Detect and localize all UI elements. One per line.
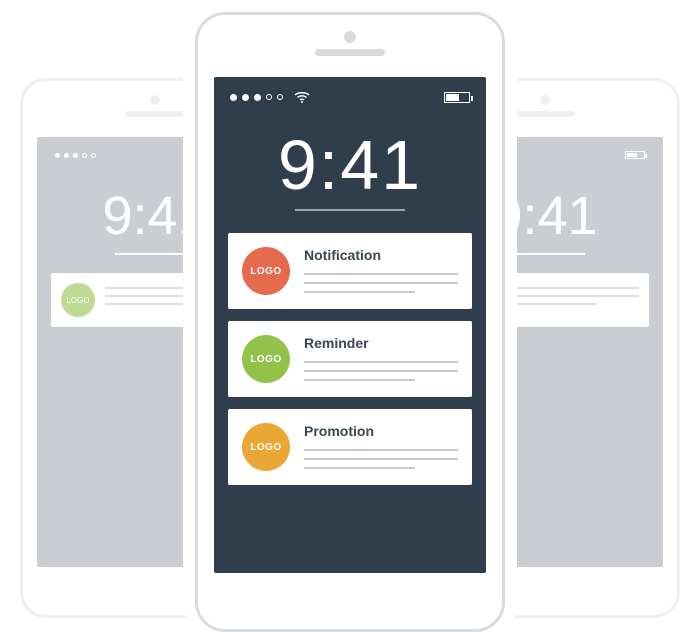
- status-left: [230, 91, 310, 103]
- notification-text-lines: [495, 283, 639, 317]
- notification-text-lines: [304, 273, 458, 293]
- notification-text-lines: [304, 361, 458, 381]
- notification-logo-badge: LOGO: [242, 247, 290, 295]
- signal-dot-icon: [242, 94, 249, 101]
- notification-body: Reminder: [304, 335, 458, 383]
- signal-dot-icon: [230, 94, 237, 101]
- speaker-slot-icon: [315, 49, 385, 56]
- notification-text-lines: [304, 449, 458, 469]
- signal-dot-icon: [266, 94, 272, 100]
- notification-title: Promotion: [304, 423, 458, 439]
- camera-dot-icon: [540, 95, 550, 105]
- time-underline: [115, 253, 195, 255]
- notification-logo-badge: LOGO: [242, 423, 290, 471]
- notification-card[interactable]: LOGO Notification: [228, 233, 472, 309]
- signal-dot-icon: [277, 94, 283, 100]
- camera-dot-icon: [150, 95, 160, 105]
- camera-dot-icon: [344, 31, 356, 43]
- speaker-slot-icon: [515, 111, 575, 117]
- notification-body: Notification: [304, 247, 458, 295]
- notification-card[interactable]: LOGO Promotion: [228, 409, 472, 485]
- notification-body: Promotion: [304, 423, 458, 471]
- notification-logo-badge: LOGO: [242, 335, 290, 383]
- battery-icon: [625, 151, 645, 159]
- notification-list: LOGO Notification LOGO Reminder: [214, 233, 486, 485]
- time-underline: [295, 209, 405, 211]
- battery-icon: [444, 92, 470, 103]
- wifi-icon: [294, 91, 310, 103]
- notification-logo-badge: LOGO: [61, 283, 95, 317]
- notification-title: Notification: [304, 247, 458, 263]
- speaker-slot-icon: [125, 111, 185, 117]
- status-bar: [214, 77, 486, 109]
- phone-screen: 9:41 LOGO Notification LOGO Reminder: [214, 77, 486, 573]
- signal-dot-icon: [254, 94, 261, 101]
- lockscreen-time: 9:41: [214, 125, 486, 205]
- time-underline: [505, 253, 585, 255]
- battery-level: [446, 94, 459, 101]
- notification-title: Reminder: [304, 335, 458, 351]
- notification-card[interactable]: LOGO Reminder: [228, 321, 472, 397]
- signal-dots-icon: [55, 153, 96, 158]
- foreground-phone: 9:41 LOGO Notification LOGO Reminder: [195, 12, 505, 632]
